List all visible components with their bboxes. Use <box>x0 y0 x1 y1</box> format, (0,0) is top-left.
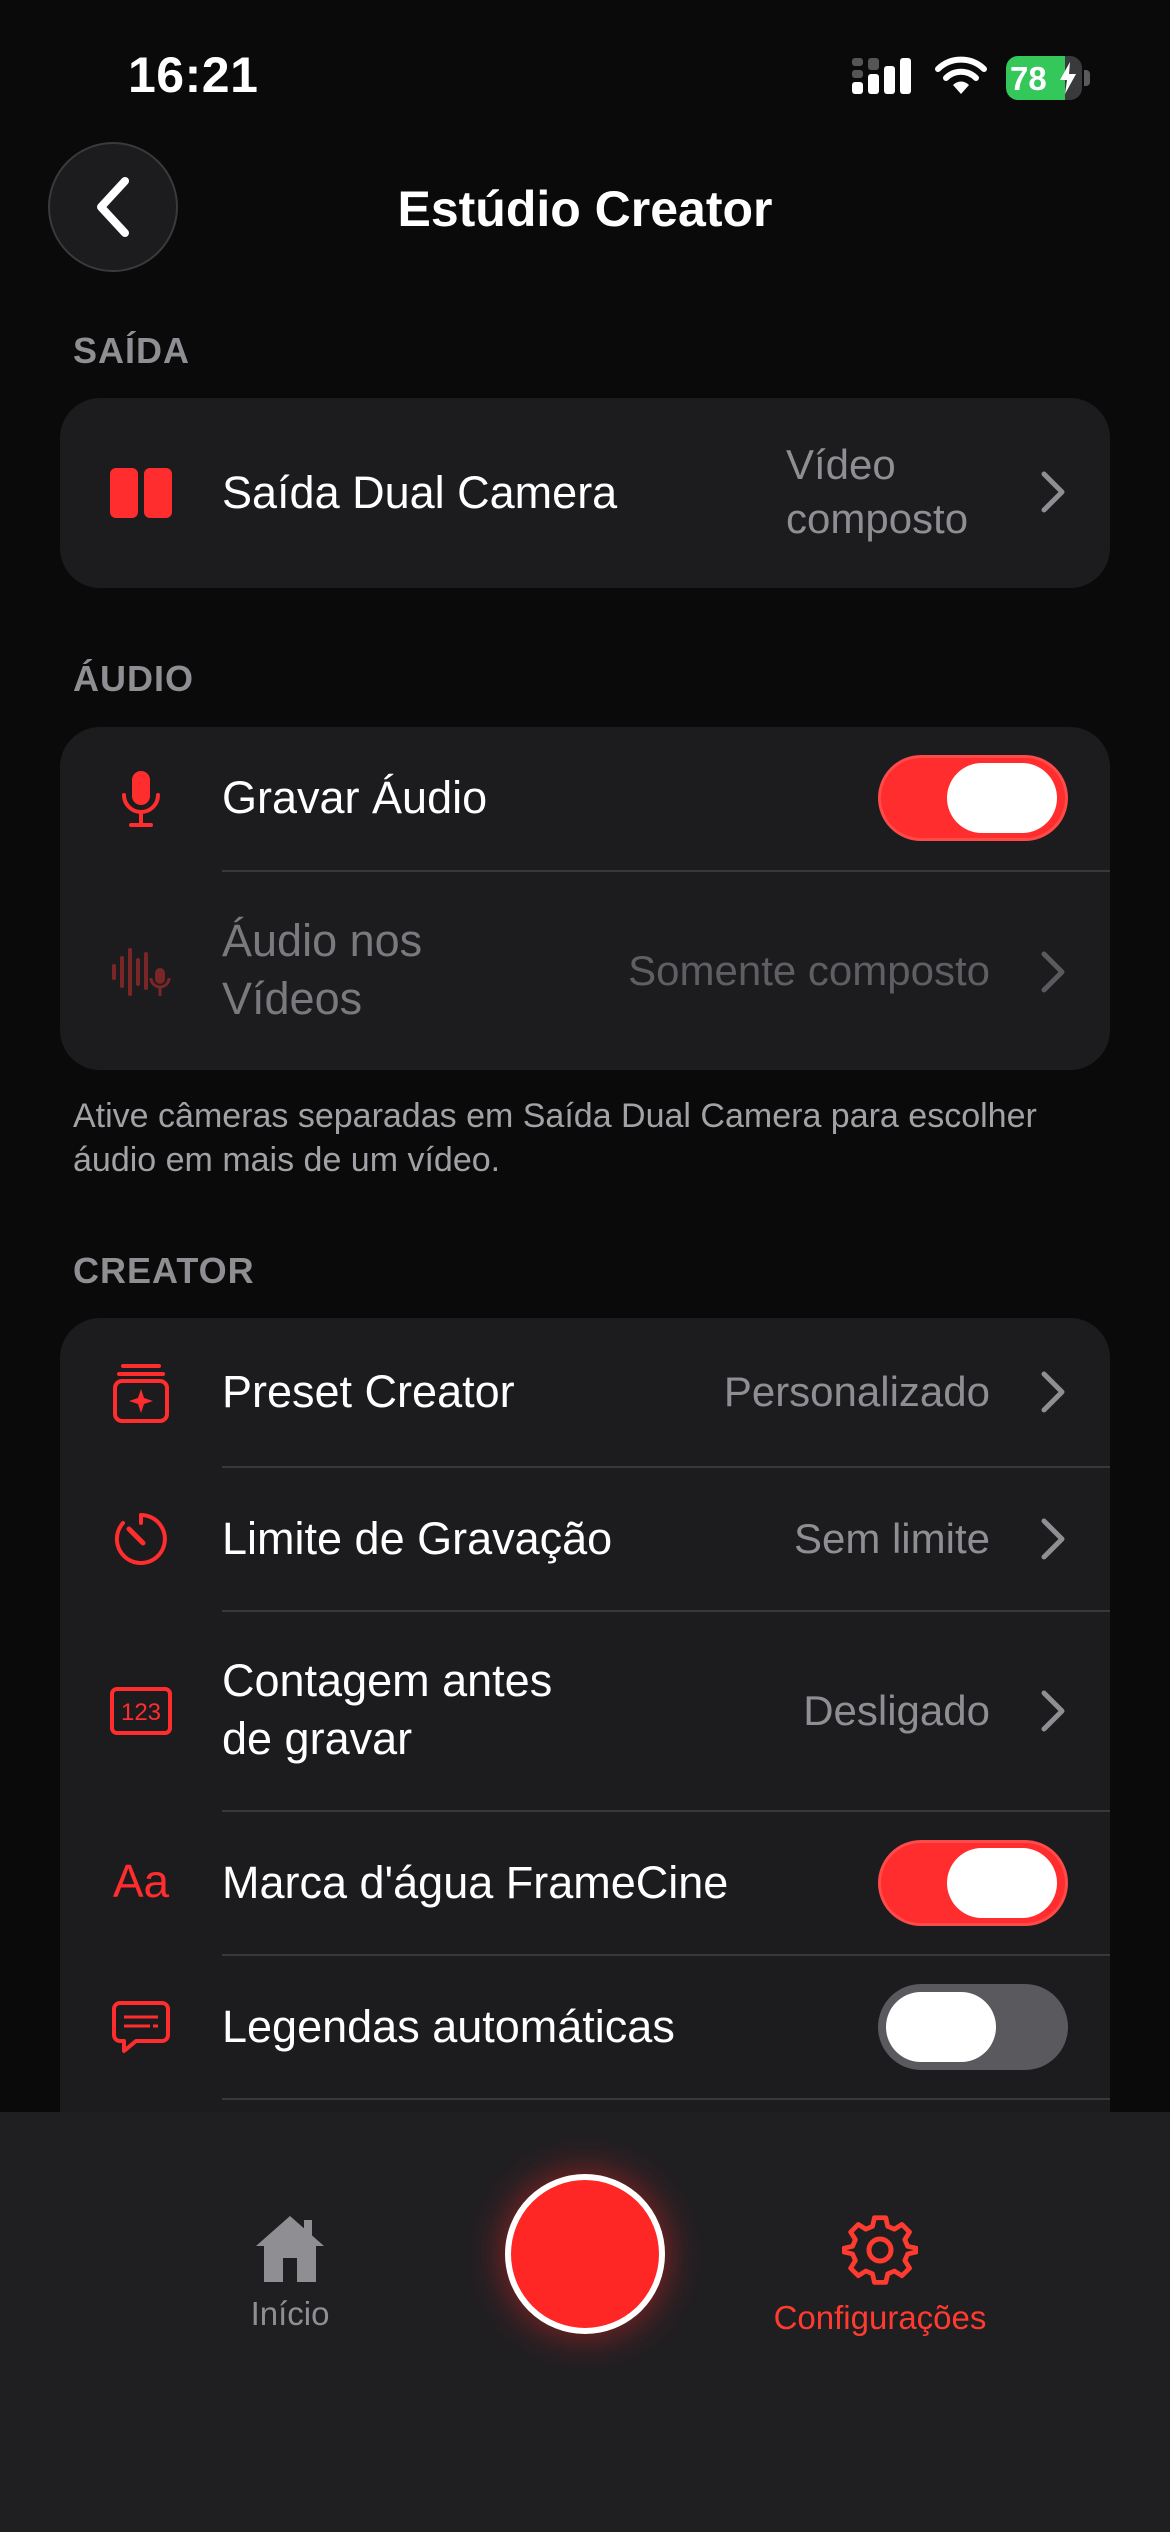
tab-home[interactable]: Início <box>160 2212 420 2333</box>
record-audio-label: Gravar Áudio <box>222 772 488 823</box>
audio-footnote: Ative câmeras separadas em Saída Dual Ca… <box>73 1097 1037 1179</box>
audio-waveform-mic-icon <box>106 942 176 1002</box>
audio-in-videos-label: Áudio nos Vídeos <box>222 912 422 1028</box>
auto-captions-toggle[interactable] <box>878 1984 1068 2070</box>
battery-indicator: 78 <box>1006 56 1090 100</box>
gear-icon <box>841 2215 919 2285</box>
recording-limit-value: Sem limite <box>793 1515 990 1562</box>
chevron-right-icon <box>1041 471 1065 513</box>
status-bar: 16:21 78 <box>0 0 1170 150</box>
dual-camera-output-label: Saída Dual Camera <box>222 467 618 518</box>
countdown-label-line2: de gravar <box>222 1713 413 1764</box>
record-button[interactable] <box>505 2174 665 2334</box>
countdown-row[interactable]: 123 Contagem antes de gravar Desligado <box>60 1612 1110 1810</box>
split-screen-icon <box>106 462 176 524</box>
dual-camera-output-value-line1: Vídeo <box>786 441 896 488</box>
audio-in-videos-value: Somente composto <box>628 947 990 994</box>
auto-captions-label: Legendas automáticas <box>222 2001 675 2052</box>
section-header-creator: CREATOR <box>73 1250 255 1291</box>
audio-in-videos-row[interactable]: Áudio nos Vídeos Somente composto <box>60 872 1110 1070</box>
watermark-label: Marca d'água FrameCine <box>222 1857 729 1908</box>
preset-sparkle-icon <box>106 1362 176 1424</box>
auto-captions-row: Legendas automáticas <box>60 1956 1110 2098</box>
section-header-audio: ÁUDIO <box>73 658 194 699</box>
text-format-icon: Aa <box>112 1855 170 1907</box>
countdown-value: Desligado <box>803 1687 990 1734</box>
watermark-toggle[interactable] <box>878 1840 1068 1926</box>
preset-creator-label: Preset Creator <box>222 1366 515 1417</box>
svg-text:123: 123 <box>121 1699 161 1726</box>
captions-bubble-icon <box>106 1996 176 2058</box>
section-header-output: SAÍDA <box>73 330 191 371</box>
countdown-label-line1: Contagem antes <box>222 1655 553 1706</box>
tab-settings-label: Configurações <box>773 2299 987 2336</box>
tab-settings[interactable]: Configurações <box>750 2212 1010 2337</box>
dual-camera-output-value: Vídeo composto <box>786 438 968 546</box>
recording-limit-label: Limite de Gravação <box>222 1513 613 1564</box>
watermark-row: Aa Marca d'água FrameCine <box>60 1812 1110 1954</box>
divider <box>222 2098 1110 2100</box>
tab-home-label: Início <box>250 2295 330 2332</box>
recording-limit-row[interactable]: Limite de Gravação Sem limite <box>60 1468 1110 1610</box>
chevron-right-icon <box>1041 1518 1065 1560</box>
audio-in-videos-label-line2: Vídeos <box>222 973 363 1024</box>
dual-camera-output-value-line2: composto <box>786 495 969 542</box>
countdown-label: Contagem antes de gravar <box>222 1652 552 1768</box>
preset-creator-row[interactable]: Preset Creator Personalizado <box>60 1318 1110 1466</box>
chevron-right-icon <box>1041 1690 1065 1732</box>
screen: 16:21 78 Estúdio Creator SAÍDA Saída Dua… <box>0 0 1170 2532</box>
tab-bar: Início Configurações <box>0 2112 1170 2532</box>
record-audio-toggle[interactable] <box>878 755 1068 841</box>
audio-in-videos-label-line1: Áudio nos <box>222 915 423 966</box>
cellular-signal-icon <box>852 58 914 99</box>
wifi-icon <box>934 56 988 101</box>
dual-camera-output-row[interactable]: Saída Dual Camera Vídeo composto <box>60 398 1110 588</box>
house-icon <box>256 2216 324 2282</box>
record-audio-row: Gravar Áudio <box>60 727 1110 870</box>
microphone-icon <box>106 769 176 829</box>
charging-bolt-icon <box>1060 62 1076 94</box>
status-time: 16:21 <box>128 47 259 103</box>
creator-card: Preset Creator Personalizado Limite de G… <box>60 1318 1110 2198</box>
page-title: Estúdio Creator <box>397 181 773 237</box>
chevron-right-icon <box>1041 951 1065 993</box>
timer-icon <box>106 1508 176 1570</box>
preset-creator-value: Personalizado <box>723 1368 990 1415</box>
countdown-123-icon: 123 <box>106 1680 176 1742</box>
chevron-right-icon <box>1041 1371 1065 1413</box>
battery-level: 78 <box>1010 60 1047 97</box>
output-card: Saída Dual Camera Vídeo composto <box>60 398 1110 588</box>
audio-card: Gravar Áudio Áudio nos Vídeos Somente co… <box>60 727 1110 1070</box>
